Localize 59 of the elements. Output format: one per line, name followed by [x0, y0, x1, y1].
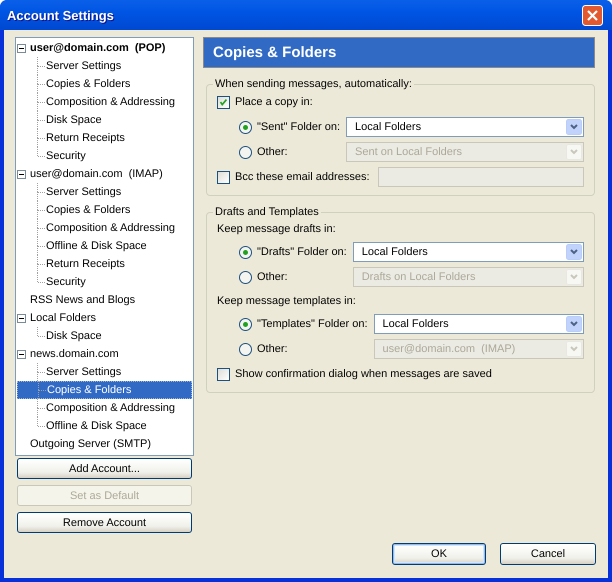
tree-item[interactable]: Server Settings: [46, 366, 122, 378]
tree-item[interactable]: Server Settings: [46, 60, 122, 72]
collapse-icon[interactable]: [17, 314, 26, 322]
tree-item[interactable]: user@domain.com (POP): [30, 42, 166, 54]
checkbox[interactable]: [217, 170, 230, 184]
collapse-icon[interactable]: [17, 170, 26, 178]
tree-item[interactable]: Outgoing Server (SMTP): [30, 438, 152, 450]
account-button[interactable]: Remove Account: [17, 512, 192, 533]
tree-item[interactable]: news.domain.com: [30, 348, 119, 360]
tree-item[interactable]: Disk Space: [46, 330, 102, 342]
radio-button[interactable]: [239, 270, 252, 284]
tree-item[interactable]: Composition & Addressing: [46, 96, 176, 108]
section-label: Keep message drafts in:: [217, 222, 337, 237]
checkbox[interactable]: [217, 96, 230, 108]
group-label: When sending messages, automatically:: [214, 78, 413, 90]
dialog-button[interactable]: Cancel: [500, 543, 596, 565]
tree-item[interactable]: Return Receipts: [46, 132, 125, 144]
checkbox[interactable]: [217, 368, 230, 380]
dropdown[interactable]: Local Folders: [374, 314, 584, 334]
radio-button[interactable]: [239, 318, 252, 330]
radio-label: Other:: [257, 271, 288, 283]
tree-item[interactable]: Server Settings: [46, 186, 122, 198]
radio-button[interactable]: [239, 342, 252, 356]
tree-item[interactable]: Copies & Folders: [46, 78, 130, 90]
dropdown[interactable]: Local Folders: [346, 117, 584, 137]
collapse-icon[interactable]: [17, 350, 26, 358]
checkbox-label: Place a copy in:: [235, 96, 313, 108]
radio-label: "Sent" Folder on:: [257, 121, 340, 133]
window-title: Account Settings: [7, 8, 114, 22]
checkbox-label: Show confirmation dialog when messages are saved: [235, 368, 492, 380]
group-label: Drafts and Templates: [214, 206, 320, 218]
tree-item[interactable]: Offline & Disk Space: [46, 240, 147, 252]
radio-label: "Drafts" Folder on:: [257, 246, 347, 258]
tree-item[interactable]: RSS News and Blogs: [30, 294, 136, 306]
radio-label: "Templates" Folder on:: [257, 318, 368, 330]
section-label: Keep message templates in:: [217, 294, 357, 309]
radio-label: Other:: [257, 146, 288, 158]
close-button[interactable]: [582, 4, 603, 26]
radio-button[interactable]: [239, 146, 252, 158]
tree-item[interactable]: Security: [46, 150, 86, 162]
tree-item[interactable]: Composition & Addressing: [46, 402, 176, 414]
tree-item[interactable]: Local Folders: [30, 312, 96, 324]
account-button[interactable]: Add Account...: [17, 458, 192, 479]
radio-button[interactable]: [239, 120, 252, 134]
tree-item[interactable]: Composition & Addressing: [46, 222, 176, 234]
collapse-icon[interactable]: [17, 44, 26, 52]
radio-button[interactable]: [239, 246, 252, 258]
radio-label: Other:: [257, 343, 288, 355]
panel-header: Copies & Folders: [203, 37, 595, 68]
tree-item[interactable]: user@domain.com (IMAP): [30, 168, 163, 180]
tree-item[interactable]: Copies & Folders: [17, 381, 192, 399]
checkbox-label: Bcc these email addresses:: [235, 171, 370, 183]
tree-item[interactable]: Disk Space: [46, 114, 102, 126]
dialog-button[interactable]: OK: [392, 543, 486, 565]
tree-item[interactable]: Copies & Folders: [46, 204, 130, 216]
tree-item[interactable]: Return Receipts: [46, 258, 125, 270]
tree-item[interactable]: Offline & Disk Space: [46, 420, 147, 432]
dropdown[interactable]: Local Folders: [352, 242, 584, 262]
tree-item[interactable]: Security: [46, 276, 86, 288]
